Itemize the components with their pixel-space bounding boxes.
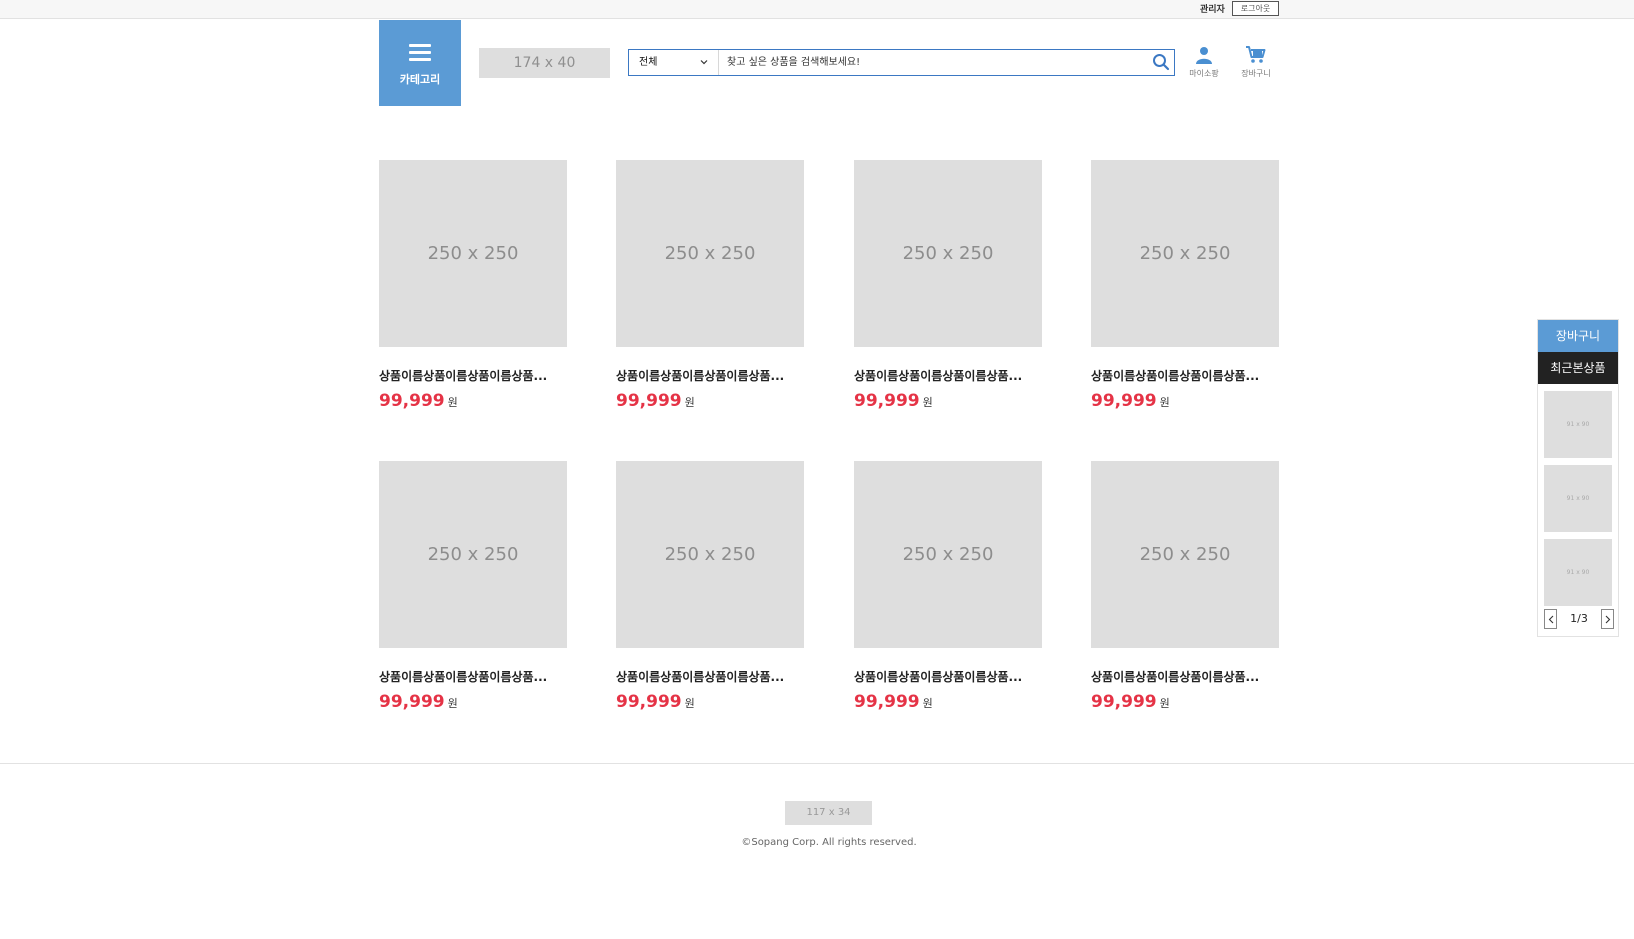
next-page-button[interactable] bbox=[1601, 609, 1614, 629]
product-price: 99,999 원 bbox=[1091, 692, 1279, 712]
user-icon bbox=[1196, 47, 1212, 64]
product-price: 99,999 원 bbox=[379, 391, 567, 411]
product-name[interactable]: 상품이름상품이름상품이름상품... bbox=[616, 668, 804, 685]
product-card[interactable]: 250 x 250 상품이름상품이름상품이름상품... 99,999 원 bbox=[1091, 461, 1279, 712]
product-price: 99,999 원 bbox=[616, 692, 804, 712]
product-name[interactable]: 상품이름상품이름상품이름상품... bbox=[1091, 668, 1279, 685]
footer-divider bbox=[0, 763, 1634, 764]
price-currency: 원 bbox=[922, 697, 933, 710]
product-image[interactable]: 250 x 250 bbox=[379, 461, 567, 648]
search-category-select[interactable]: 전체 bbox=[629, 50, 719, 75]
price-value: 99,999 bbox=[1091, 391, 1157, 411]
side-recent-tab[interactable]: 최근본상품 bbox=[1538, 352, 1618, 384]
product-image[interactable]: 250 x 250 bbox=[1091, 461, 1279, 648]
product-name[interactable]: 상품이름상품이름상품이름상품... bbox=[854, 367, 1042, 384]
price-value: 99,999 bbox=[854, 391, 920, 411]
product-price: 99,999 원 bbox=[854, 692, 1042, 712]
mypage-button[interactable]: 마이소팡 bbox=[1182, 46, 1226, 79]
top-bar: 관리자 로그아웃 bbox=[0, 0, 1634, 19]
cart-button[interactable]: 장바구니 bbox=[1234, 46, 1278, 79]
price-value: 99,999 bbox=[854, 692, 920, 712]
product-image[interactable]: 250 x 250 bbox=[379, 160, 567, 347]
footer-logo: 117 x 34 bbox=[785, 801, 872, 825]
price-currency: 원 bbox=[447, 697, 458, 710]
product-card[interactable]: 250 x 250 상품이름상품이름상품이름상품... 99,999 원 bbox=[616, 461, 804, 712]
search-input[interactable]: 찾고 싶은 상품을 검색해보세요! bbox=[727, 50, 1137, 75]
admin-link[interactable]: 관리자 bbox=[1200, 2, 1225, 15]
product-name[interactable]: 상품이름상품이름상품이름상품... bbox=[854, 668, 1042, 685]
product-name[interactable]: 상품이름상품이름상품이름상품... bbox=[379, 367, 567, 384]
product-image[interactable]: 250 x 250 bbox=[854, 160, 1042, 347]
product-card[interactable]: 250 x 250 상품이름상품이름상품이름상품... 99,999 원 bbox=[854, 160, 1042, 411]
copyright-text: ©Sopang Corp. All rights reserved. bbox=[741, 837, 917, 848]
mypage-label: 마이소팡 bbox=[1189, 69, 1219, 78]
page-indicator: 1/3 bbox=[1570, 612, 1588, 625]
price-currency: 원 bbox=[684, 697, 695, 710]
product-card[interactable]: 250 x 250 상품이름상품이름상품이름상품... 99,999 원 bbox=[616, 160, 804, 411]
recent-pager: 1/3 bbox=[1538, 609, 1620, 629]
product-price: 99,999 원 bbox=[854, 391, 1042, 411]
chevron-left-icon bbox=[1548, 615, 1553, 624]
product-image[interactable]: 250 x 250 bbox=[616, 461, 804, 648]
category-label: 카테고리 bbox=[399, 73, 441, 86]
prev-page-button[interactable] bbox=[1544, 609, 1557, 629]
price-currency: 원 bbox=[922, 396, 933, 409]
product-image[interactable]: 250 x 250 bbox=[1091, 160, 1279, 347]
product-card[interactable]: 250 x 250 상품이름상품이름상품이름상품... 99,999 원 bbox=[379, 461, 567, 712]
search-icon[interactable] bbox=[1152, 53, 1170, 71]
cart-label: 장바구니 bbox=[1241, 69, 1271, 78]
recent-product-thumb[interactable]: 91 x 90 bbox=[1544, 391, 1612, 458]
product-name[interactable]: 상품이름상품이름상품이름상품... bbox=[616, 367, 804, 384]
recent-product-thumb[interactable]: 91 x 90 bbox=[1544, 539, 1612, 606]
product-name[interactable]: 상품이름상품이름상품이름상품... bbox=[1091, 367, 1279, 384]
cart-icon bbox=[1246, 46, 1266, 63]
price-value: 99,999 bbox=[1091, 692, 1157, 712]
price-currency: 원 bbox=[1159, 396, 1170, 409]
price-value: 99,999 bbox=[379, 692, 445, 712]
product-name[interactable]: 상품이름상품이름상품이름상품... bbox=[379, 668, 567, 685]
category-button[interactable]: 카테고리 bbox=[379, 20, 461, 106]
price-value: 99,999 bbox=[616, 692, 682, 712]
price-value: 99,999 bbox=[616, 391, 682, 411]
side-cart-tab[interactable]: 장바구니 bbox=[1538, 320, 1618, 352]
recent-products-panel: 장바구니 최근본상품 91 x 90 91 x 90 91 x 90 1/3 bbox=[1537, 319, 1619, 637]
product-price: 99,999 원 bbox=[1091, 391, 1279, 411]
chevron-right-icon bbox=[1605, 615, 1610, 624]
hamburger-icon bbox=[409, 44, 431, 61]
product-price: 99,999 원 bbox=[379, 692, 567, 712]
search-bar: 전체 찾고 싶은 상품을 검색해보세요! bbox=[628, 49, 1175, 76]
price-currency: 원 bbox=[1159, 697, 1170, 710]
product-card[interactable]: 250 x 250 상품이름상품이름상품이름상품... 99,999 원 bbox=[854, 461, 1042, 712]
product-card[interactable]: 250 x 250 상품이름상품이름상품이름상품... 99,999 원 bbox=[1091, 160, 1279, 411]
chevron-down-icon bbox=[700, 60, 708, 65]
product-image[interactable]: 250 x 250 bbox=[854, 461, 1042, 648]
price-value: 99,999 bbox=[379, 391, 445, 411]
product-image[interactable]: 250 x 250 bbox=[616, 160, 804, 347]
logo[interactable]: 174 x 40 bbox=[479, 48, 610, 78]
price-currency: 원 bbox=[447, 396, 458, 409]
product-card[interactable]: 250 x 250 상품이름상품이름상품이름상품... 99,999 원 bbox=[379, 160, 567, 411]
search-category-value: 전체 bbox=[639, 57, 658, 68]
recent-product-thumb[interactable]: 91 x 90 bbox=[1544, 465, 1612, 532]
logout-button[interactable]: 로그아웃 bbox=[1232, 1, 1279, 16]
product-price: 99,999 원 bbox=[616, 391, 804, 411]
price-currency: 원 bbox=[684, 396, 695, 409]
